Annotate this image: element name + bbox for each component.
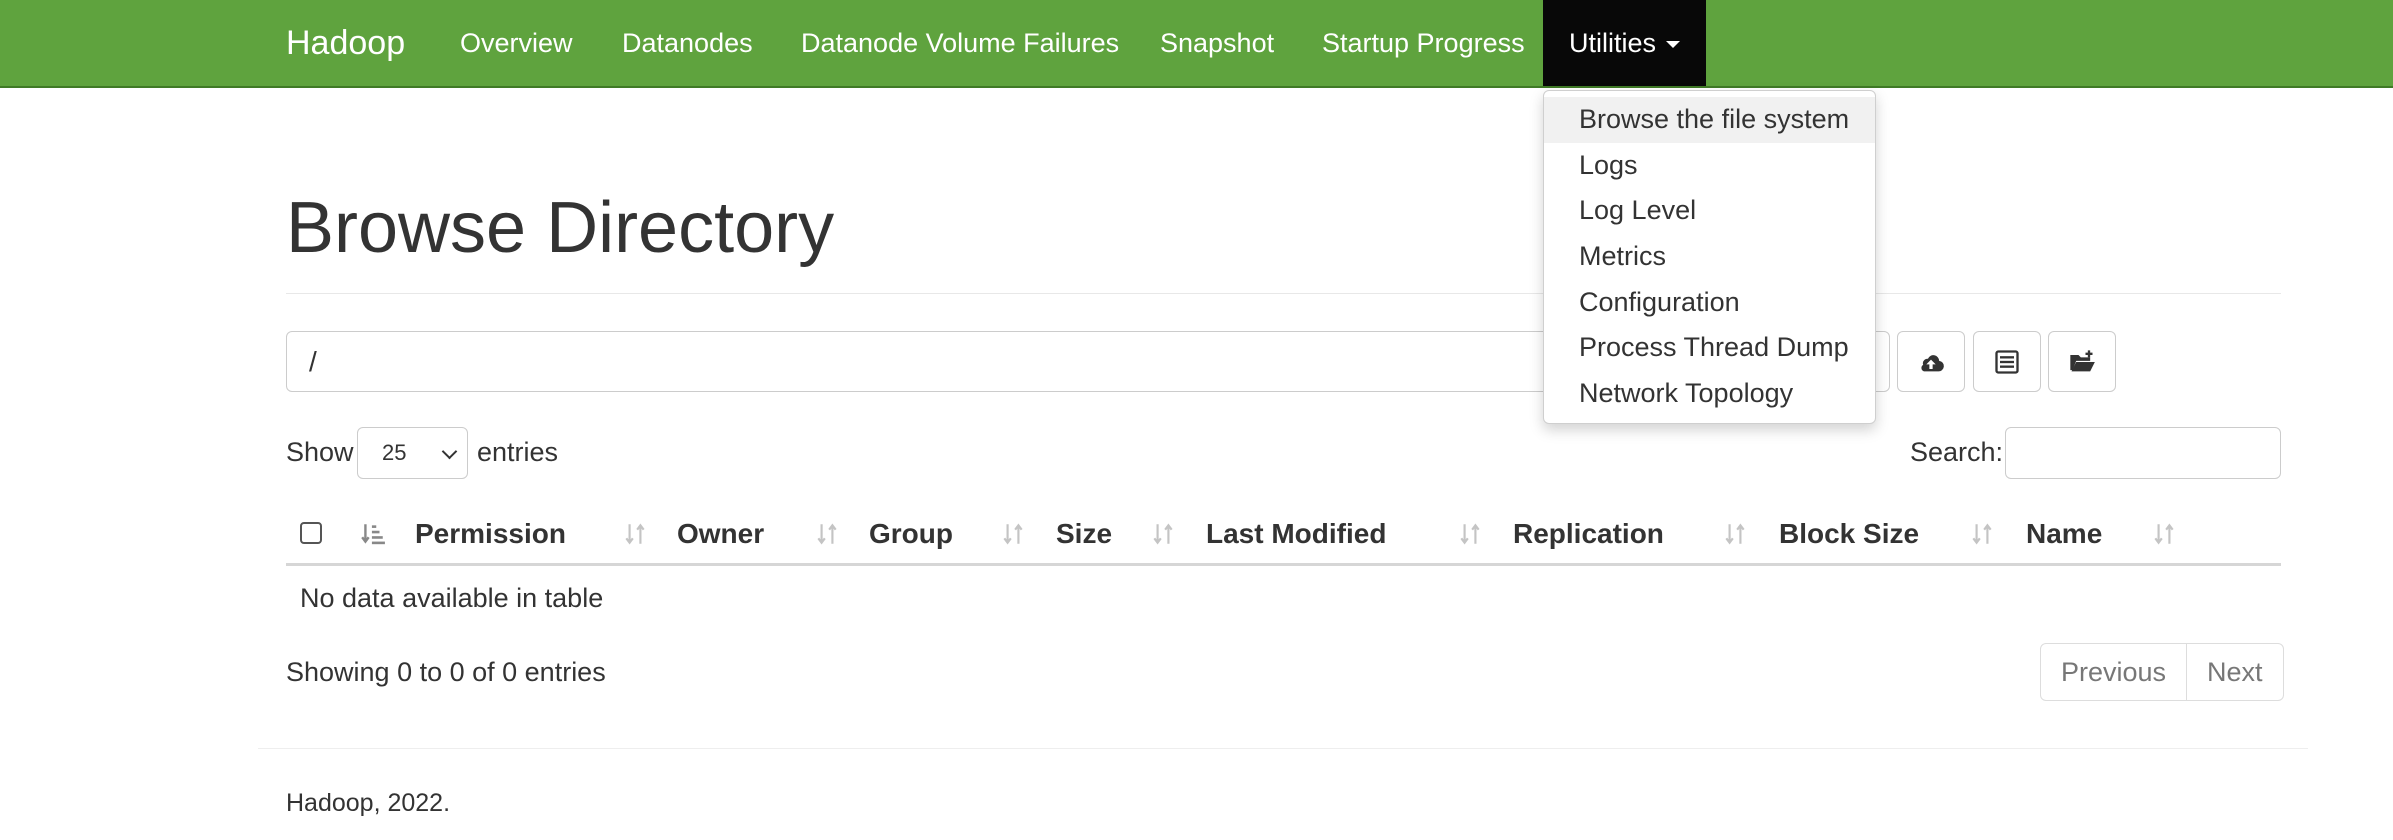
nav-item-snapshot[interactable]: Snapshot [1160, 0, 1274, 86]
sort-icon[interactable] [1150, 521, 1176, 547]
nav-item-datanodes[interactable]: Datanodes [622, 0, 753, 86]
menu-item-process-thread-dump[interactable]: Process Thread Dump [1544, 325, 1875, 371]
page-title: Browse Directory [286, 188, 835, 268]
column-permission[interactable]: Permission [415, 505, 566, 563]
sort-icon[interactable] [814, 521, 840, 547]
column-last-modified[interactable]: Last Modified [1206, 505, 1386, 563]
table-header-row: Permission Owner Group Size Last Modifie… [286, 505, 2281, 566]
list-icon [1995, 349, 2019, 374]
menu-item-configuration[interactable]: Configuration [1544, 280, 1875, 326]
chevron-down-icon [441, 443, 458, 460]
title-divider [286, 293, 2281, 294]
pagination: Previous Next [2040, 643, 2284, 701]
show-entries-label: Show [286, 437, 354, 467]
create-directory-button[interactable] [2048, 331, 2116, 392]
column-owner[interactable]: Owner [677, 505, 764, 563]
entries-label: entries [477, 437, 559, 467]
sort-desc-icon[interactable] [360, 521, 386, 547]
nav-item-startup-progress[interactable]: Startup Progress [1322, 0, 1525, 86]
top-navbar: Hadoop Overview Datanodes Datanode Volum… [0, 0, 2393, 88]
column-name[interactable]: Name [2026, 505, 2102, 563]
search-input[interactable] [2005, 427, 2281, 479]
upload-button[interactable] [1897, 331, 1965, 392]
table-info: Showing 0 to 0 of 0 entries [286, 657, 606, 687]
menu-item-metrics[interactable]: Metrics [1544, 234, 1875, 280]
nav-item-utilities[interactable]: Utilities [1543, 0, 1707, 86]
menu-item-browse-file-system[interactable]: Browse the file system [1544, 97, 1875, 143]
sort-icon[interactable] [1969, 521, 1995, 547]
sort-icon[interactable] [1722, 521, 1748, 547]
folder-open-icon [2070, 349, 2095, 371]
cloud-upload-icon [1921, 354, 1944, 371]
search-label: Search: [1910, 437, 2004, 467]
column-group[interactable]: Group [869, 505, 953, 563]
menu-item-log-level[interactable]: Log Level [1544, 188, 1875, 234]
previous-page-button[interactable]: Previous [2041, 644, 2186, 700]
table-empty-message: No data available in table [300, 583, 604, 613]
menu-item-network-topology[interactable]: Network Topology [1544, 371, 1875, 417]
nav-item-overview[interactable]: Overview [460, 0, 573, 86]
footer-text: Hadoop, 2022. [286, 789, 451, 817]
view-list-button[interactable] [1973, 331, 2041, 392]
entries-per-page-select[interactable]: 25 [357, 427, 468, 479]
menu-item-logs[interactable]: Logs [1544, 143, 1875, 189]
sort-icon[interactable] [622, 521, 648, 547]
next-page-button[interactable]: Next [2186, 644, 2283, 700]
sort-icon[interactable] [1000, 521, 1026, 547]
caret-down-icon [1666, 41, 1681, 49]
brand-link[interactable]: Hadoop [286, 0, 405, 86]
column-size[interactable]: Size [1056, 505, 1112, 563]
nav-item-datanode-volume-failures[interactable]: Datanode Volume Failures [801, 0, 1119, 86]
sort-icon[interactable] [1457, 521, 1483, 547]
select-all-checkbox[interactable] [300, 522, 322, 544]
nav-item-utilities-label: Utilities [1569, 28, 1657, 58]
entries-select-value: 25 [382, 440, 407, 465]
column-block-size[interactable]: Block Size [1779, 505, 1919, 563]
utilities-dropdown-menu: Browse the file system Logs Log Level Me… [1543, 90, 1876, 424]
sort-icon[interactable] [2151, 521, 2177, 547]
column-replication[interactable]: Replication [1513, 505, 1664, 563]
footer-divider [258, 748, 2308, 749]
